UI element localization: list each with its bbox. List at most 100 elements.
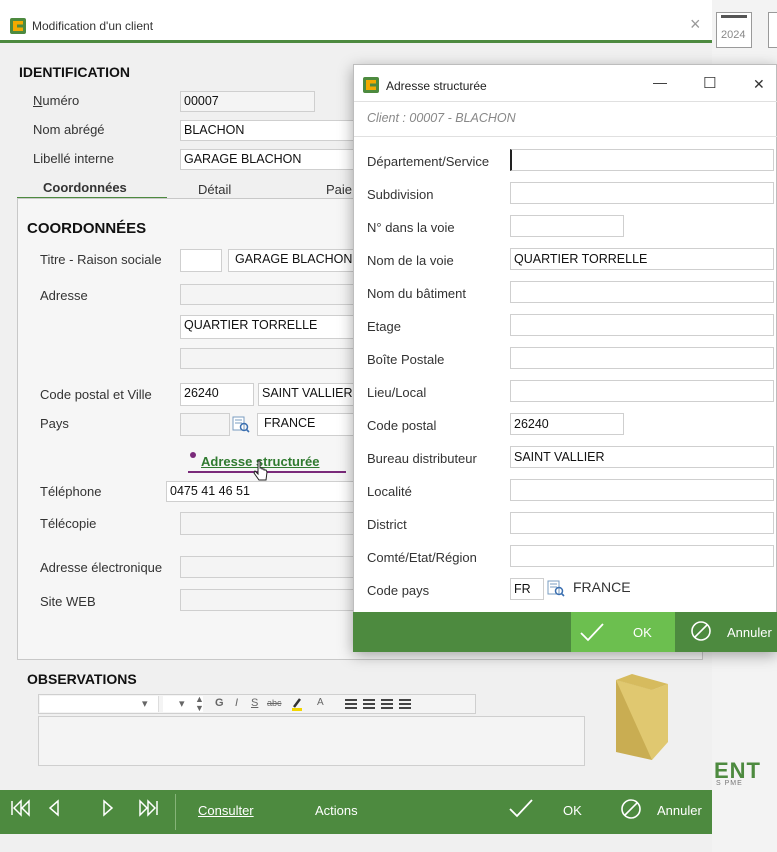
italic-icon[interactable]: I [235, 697, 238, 709]
close-icon[interactable]: × [690, 14, 701, 35]
ok-button[interactable]: OK [563, 803, 582, 818]
dialog-lookup-icon[interactable] [547, 580, 565, 597]
background-window-frame [768, 12, 777, 48]
boite-postale-field[interactable] [510, 347, 774, 369]
raison-sociale-field[interactable]: GARAGE BLACHON [228, 249, 354, 272]
size-dropdown-icon[interactable]: ▾ [179, 697, 185, 710]
nom-abrege-field[interactable]: BLACHON [180, 120, 355, 141]
telephone-field[interactable]: 0475 41 46 51 [166, 481, 354, 502]
rich-text-toolbar: ▾ ▾ ▲ ▼ G I S abc A [38, 694, 476, 714]
observations-textarea[interactable] [38, 716, 585, 766]
dialog-checkmark-icon[interactable] [579, 621, 605, 646]
titre-field[interactable] [180, 249, 222, 272]
year-box: 2024 [716, 12, 752, 48]
telephone-label: Téléphone [40, 484, 102, 499]
dialog-annuler-button[interactable]: Annuler [727, 625, 772, 640]
email-field[interactable] [180, 556, 354, 578]
ville-field[interactable]: SAINT VALLIER [258, 383, 354, 406]
bullet-icon [190, 452, 196, 458]
lieu-field[interactable] [510, 380, 774, 402]
numero-field[interactable]: 00007 [180, 91, 315, 112]
adresse-line2-field[interactable]: QUARTIER TORRELLE [180, 315, 354, 339]
strikethrough-icon[interactable]: abc [267, 698, 282, 708]
subdivision-field[interactable] [510, 182, 774, 204]
email-label: Adresse électronique [40, 560, 163, 575]
next-record-icon[interactable] [101, 799, 115, 820]
lookup-icon[interactable] [232, 416, 250, 433]
bold-icon[interactable]: G [215, 697, 224, 709]
checkmark-icon[interactable] [508, 797, 534, 822]
align-left-icon[interactable] [345, 699, 357, 709]
dialog-label-departement: Département/Service [367, 154, 490, 169]
cancel-icon[interactable] [620, 798, 642, 823]
code-postal-field[interactable]: 26240 [180, 383, 254, 406]
dialog-code-postal-field[interactable]: 26240 [510, 413, 624, 435]
telecopie-field[interactable] [180, 512, 354, 535]
tab-paie[interactable]: Paie [326, 182, 352, 197]
pays-name-field[interactable]: FRANCE [257, 413, 354, 436]
dialog-label-numero-voie: N° dans la voie [367, 220, 455, 235]
departement-field[interactable] [510, 149, 774, 171]
previous-record-icon[interactable] [47, 799, 61, 820]
bureau-distributeur-field[interactable]: SAINT VALLIER [510, 446, 774, 468]
justify-icon[interactable] [399, 699, 411, 709]
localite-field[interactable] [510, 479, 774, 501]
size-spin-icon[interactable]: ▲ ▼ [195, 695, 204, 713]
titre-label: Titre - Raison sociale [40, 252, 162, 267]
minimize-icon[interactable]: — [653, 74, 667, 90]
tab-detail[interactable]: Détail [198, 182, 231, 197]
dialog-label-code-pays: Code pays [367, 583, 430, 598]
actions-button[interactable]: Actions [315, 803, 358, 818]
pays-name-text: FRANCE [573, 579, 631, 595]
dialog-label-district: District [367, 517, 407, 532]
align-right-icon[interactable] [381, 699, 393, 709]
app-icon [10, 18, 26, 34]
code-pays-field[interactable]: FR [510, 578, 544, 600]
underline-icon[interactable]: S [251, 697, 258, 709]
nom-abrege-label: Nom abrégé [33, 122, 105, 137]
font-dropdown-icon[interactable]: ▾ [142, 697, 148, 710]
first-record-icon[interactable] [10, 799, 32, 820]
dialog-label-etage: Etage [367, 319, 401, 334]
dialog-button-bar [353, 612, 777, 652]
dialog-label-comte: Comté/Etat/Région [367, 550, 477, 565]
consulter-button[interactable]: Consulter [198, 803, 254, 818]
identification-heading: IDENTIFICATION [19, 64, 130, 80]
annuler-button[interactable]: Annuler [657, 803, 702, 818]
pays-code-field[interactable] [180, 413, 230, 436]
close-dialog-icon[interactable]: ✕ [753, 76, 765, 93]
pays-label: Pays [40, 416, 69, 431]
align-center-icon[interactable] [363, 699, 375, 709]
etage-field[interactable] [510, 314, 774, 336]
folder-icon [612, 672, 672, 765]
adresse-line1-field[interactable] [180, 284, 354, 305]
comte-field[interactable] [510, 545, 774, 567]
site-web-field[interactable] [180, 589, 354, 611]
dialog-ok-button[interactable]: OK [633, 625, 652, 640]
dialog-label-nom-voie: Nom de la voie [367, 253, 454, 268]
maximize-icon[interactable]: ☐ [703, 74, 716, 92]
highlight-icon[interactable] [291, 697, 303, 711]
libelle-interne-field[interactable]: GARAGE BLACHON [180, 149, 355, 170]
dialog-client-divider [354, 136, 777, 137]
nom-voie-field[interactable]: QUARTIER TORRELLE [510, 248, 774, 270]
numero-voie-field[interactable] [510, 215, 624, 237]
dialog-cancel-icon[interactable] [690, 620, 712, 645]
dialog-label-batiment: Nom du bâtiment [367, 286, 466, 301]
site-web-label: Site WEB [40, 594, 96, 609]
font-color-icon[interactable]: A [317, 697, 324, 708]
dialog-title: Adresse structurée [386, 79, 487, 93]
batiment-field[interactable] [510, 281, 774, 303]
numero-label-accel: N [33, 93, 43, 108]
last-record-icon[interactable] [137, 799, 159, 820]
code-postal-ville-label: Code postal et Ville [40, 387, 152, 402]
district-field[interactable] [510, 512, 774, 534]
numero-label: Numéro [33, 93, 79, 108]
dialog-label-localite: Localité [367, 484, 412, 499]
client-line: Client : 00007 - BLACHON [367, 111, 516, 125]
main-titlebar: Modification d'un client × [0, 10, 712, 43]
adresse-line3-field[interactable] [180, 348, 354, 369]
tab-coordonnees[interactable]: Coordonnées [43, 180, 127, 195]
dialog-app-icon [363, 77, 379, 93]
coordonnees-heading: COORDONNÉES [27, 220, 147, 237]
